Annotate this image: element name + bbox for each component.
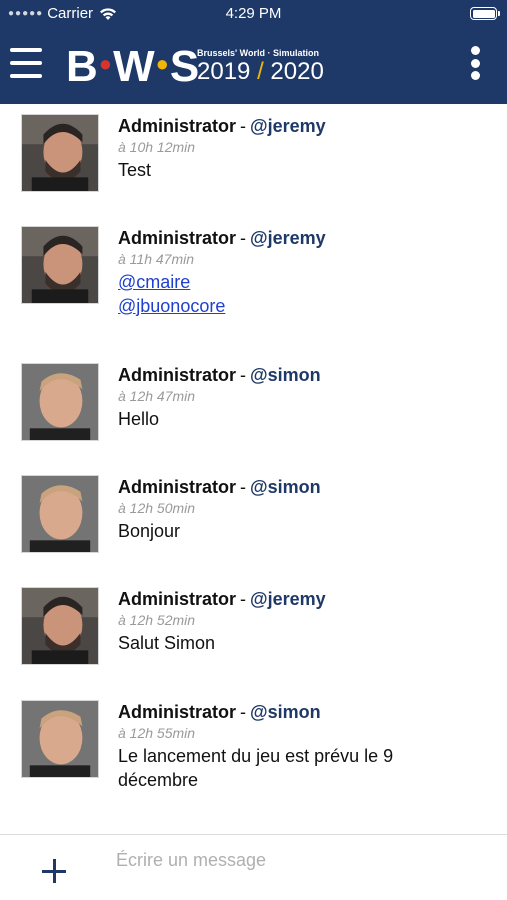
- message-composer: [0, 834, 507, 900]
- message-time: à 12h 47min: [118, 388, 196, 404]
- message-handle[interactable]: @jeremy: [250, 228, 326, 248]
- message-body: Administrator - @jeremy à 12h 52min Salut …: [118, 587, 478, 655]
- message-author: Administrator: [118, 228, 237, 248]
- logo-year-start: 2019: [197, 58, 251, 85]
- message-list[interactable]: Administrator - @jeremy à 10h 12min Test A…: [0, 104, 507, 834]
- mention-link[interactable]: @cmaire: [118, 270, 478, 294]
- message-author: Administrator: [118, 477, 237, 497]
- status-time: 4:29 PM: [225, 5, 282, 22]
- avatar[interactable]: [21, 700, 99, 778]
- message-author: Administrator: [118, 365, 237, 385]
- avatar[interactable]: [21, 114, 99, 192]
- message-body: Administrator - @simon à 12h 55min Le lanc…: [118, 700, 478, 792]
- message-author: Administrator: [118, 589, 237, 609]
- avatar-jeremy-image: [22, 115, 98, 191]
- message-header: Administrator - @simon: [118, 700, 478, 724]
- message-time: à 12h 52min: [118, 612, 196, 628]
- message-body: Administrator - @simon à 12h 50min Bonjour: [118, 475, 478, 543]
- message-time: à 12h 55min: [118, 725, 196, 741]
- avatar-simon-image: [22, 701, 98, 777]
- message-text: Hello: [118, 409, 160, 429]
- avatar-simon-image: [22, 476, 98, 552]
- logo-letters: B●W●S: [66, 42, 199, 91]
- author-separator: -: [240, 116, 247, 136]
- message-header: Administrator - @jeremy: [118, 226, 478, 250]
- message-handle[interactable]: @jeremy: [250, 116, 326, 136]
- message-time: à 12h 50min: [118, 500, 196, 516]
- message-handle[interactable]: @jeremy: [250, 589, 326, 609]
- message-header: Administrator - @simon: [118, 475, 478, 499]
- message-author: Administrator: [118, 116, 237, 136]
- logo-subtitle: Brussels' World · Simulation: [197, 48, 319, 58]
- bws-logo: B●W●S Brussels' World · Simulation 2019 …: [66, 40, 336, 91]
- author-separator: -: [240, 477, 247, 497]
- message-handle[interactable]: @simon: [250, 477, 321, 497]
- message-header: Administrator - @jeremy: [118, 587, 478, 611]
- message-text: Le lancement du jeu est prévu le 9 décem…: [118, 746, 394, 790]
- author-separator: -: [240, 589, 247, 609]
- message-author: Administrator: [118, 702, 237, 722]
- mention-link[interactable]: @jbuonocore: [118, 294, 478, 318]
- message-body: Administrator - @jeremy à 10h 12min Test: [118, 114, 478, 182]
- message-time: à 11h 47min: [118, 251, 195, 267]
- message-handle[interactable]: @simon: [250, 365, 321, 385]
- avatar-jeremy-image: [22, 227, 98, 303]
- avatar[interactable]: [21, 475, 99, 553]
- message-input[interactable]: [116, 845, 486, 875]
- message-text: Test: [118, 160, 152, 180]
- hamburger-menu-icon[interactable]: [10, 48, 42, 78]
- avatar[interactable]: [21, 226, 99, 304]
- add-attachment-plus-icon[interactable]: [42, 859, 66, 883]
- message-text: Bonjour: [118, 521, 181, 541]
- battery-icon: [470, 7, 500, 20]
- avatar-jeremy-image: [22, 588, 98, 664]
- message-body: Administrator - @simon à 12h 47min Hello: [118, 363, 478, 431]
- message-text: @cmaire @jbuonocore: [118, 270, 478, 318]
- avatar[interactable]: [21, 587, 99, 665]
- logo-years: 2019 / 2020: [197, 58, 324, 86]
- logo-year-separator: /: [257, 58, 264, 85]
- message-header: Administrator - @simon: [118, 363, 478, 387]
- avatar[interactable]: [21, 363, 99, 441]
- message-time: à 10h 12min: [118, 139, 196, 155]
- app-header: ●●●●● Carrier 4:29 PM B●W●S Brussels' Wo…: [0, 0, 507, 104]
- author-separator: -: [240, 365, 247, 385]
- more-options-icon[interactable]: [471, 46, 481, 80]
- status-bar: ●●●●● Carrier 4:29 PM: [0, 0, 507, 28]
- message-handle[interactable]: @simon: [250, 702, 321, 722]
- avatar-simon-image: [22, 364, 98, 440]
- logo-year-end: 2020: [270, 58, 324, 85]
- author-separator: -: [240, 702, 247, 722]
- message-body: Administrator - @jeremy à 11h 47min @cmair…: [118, 226, 478, 318]
- message-header: Administrator - @jeremy: [118, 114, 478, 138]
- author-separator: -: [240, 228, 247, 248]
- message-text: Salut Simon: [118, 633, 216, 653]
